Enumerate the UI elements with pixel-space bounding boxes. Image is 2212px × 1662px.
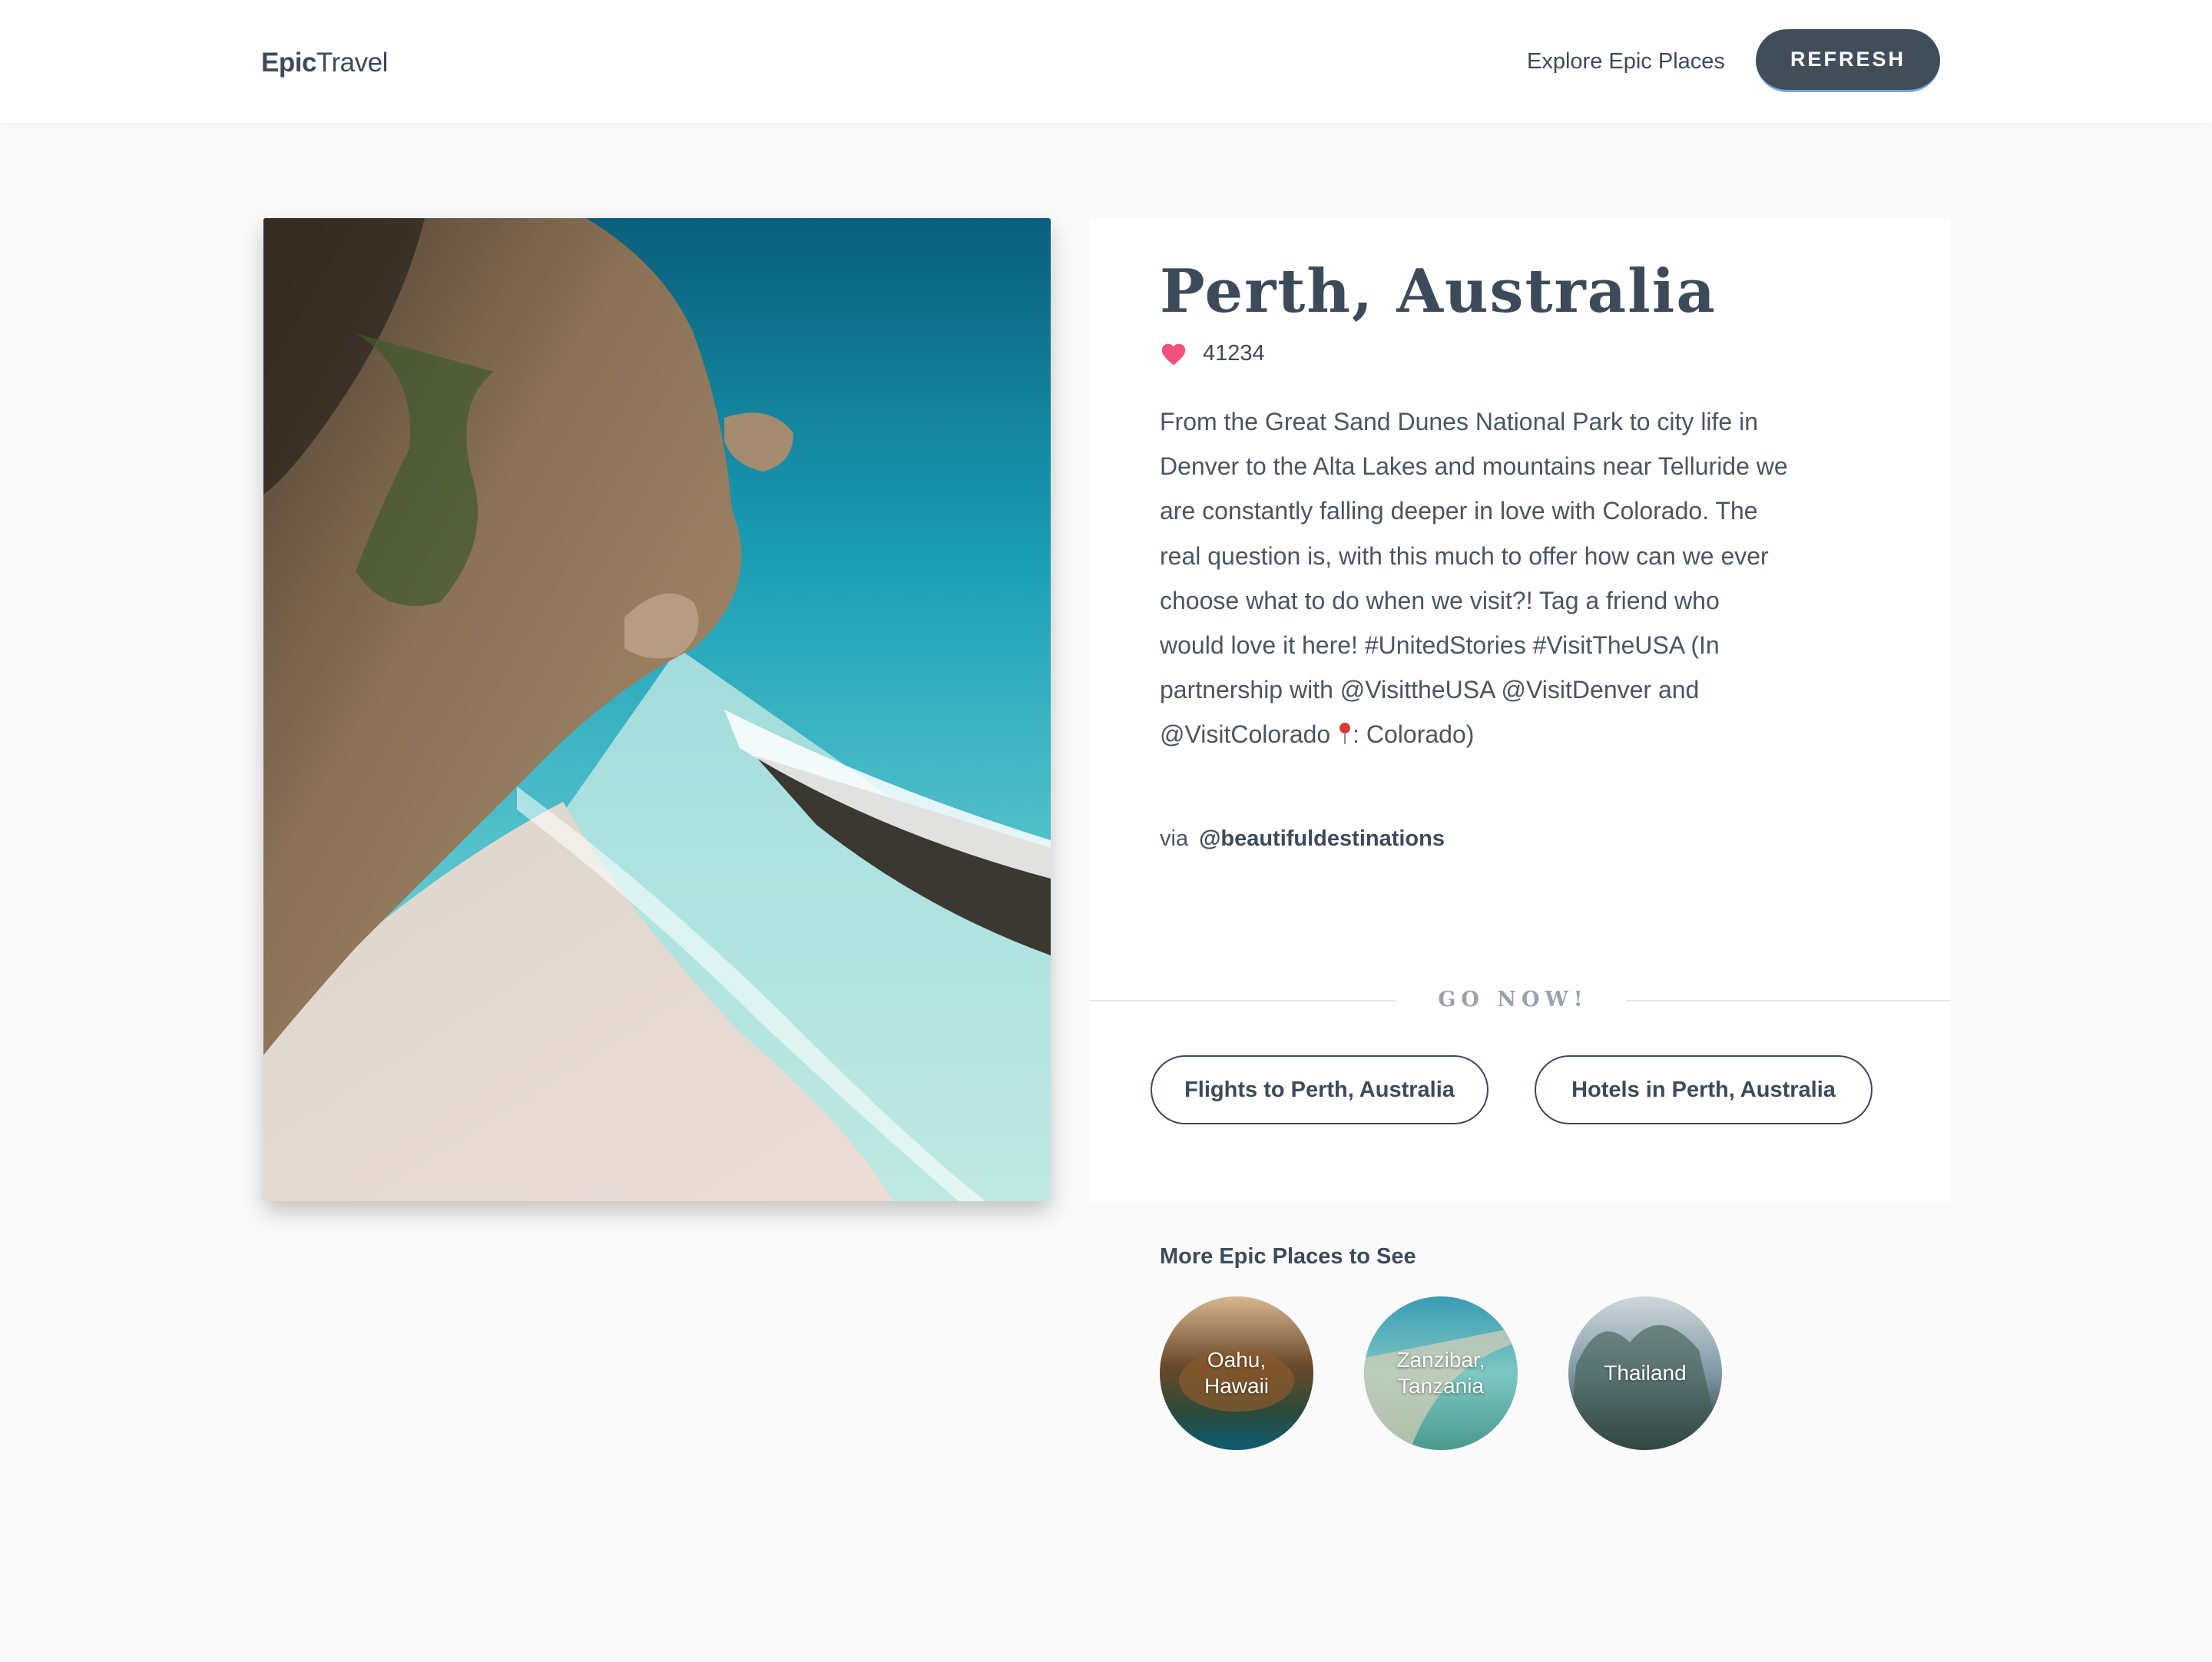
place-name: Thailand (1604, 1361, 1687, 1385)
explore-epic-places-link[interactable]: Explore Epic Places (1527, 49, 1725, 74)
divider-line-right (1627, 1000, 1951, 1002)
place-name: Zanzibar, Tanzania (1396, 1348, 1485, 1398)
destination-info-card: Perth, Australia 41234 From the Great Sa… (1089, 218, 1951, 1201)
refresh-button[interactable]: REFRESH (1756, 29, 1940, 92)
place-card-oahu[interactable]: Oahu, Hawaii (1160, 1296, 1313, 1450)
logo-bold-text: Epic (261, 48, 316, 78)
top-navigation-bar: EpicTravel Explore Epic Places REFRESH (0, 0, 2212, 123)
more-places-heading: More Epic Places to See (1160, 1244, 1416, 1269)
go-now-heading: GO NOW! (1438, 988, 1588, 1011)
likes-count: 41234 (1203, 341, 1265, 366)
place-name: Oahu, Hawaii (1204, 1348, 1270, 1398)
logo[interactable]: EpicTravel (261, 48, 388, 78)
likes-row: 41234 (1160, 341, 1265, 366)
divider-line-left (1089, 1000, 1396, 1002)
via-label: via (1160, 826, 1189, 851)
source-handle-link[interactable]: @beautifuldestinations (1199, 826, 1445, 851)
place-card-thailand[interactable]: Thailand (1568, 1296, 1722, 1450)
go-now-divider: GO NOW! (1089, 985, 1951, 1015)
heart-icon[interactable] (1160, 342, 1187, 366)
aerial-beach-image (263, 218, 1051, 1201)
logo-light-text: Travel (316, 48, 388, 78)
flights-button[interactable]: Flights to Perth, Australia (1151, 1055, 1488, 1124)
destination-photo (263, 218, 1051, 1201)
description-text: From the Great Sand Dunes National Park … (1160, 408, 1788, 749)
hotels-button[interactable]: Hotels in Perth, Australia (1535, 1055, 1873, 1124)
destination-title: Perth, Australia (1160, 257, 1717, 326)
pin-icon (1339, 723, 1351, 745)
destination-description: From the Great Sand Dunes National Park … (1160, 399, 1790, 757)
description-tail-text: : Colorado) (1353, 720, 1475, 749)
place-card-zanzibar[interactable]: Zanzibar, Tanzania (1364, 1296, 1518, 1450)
source-credit: via @beautifuldestinations (1160, 826, 1445, 852)
